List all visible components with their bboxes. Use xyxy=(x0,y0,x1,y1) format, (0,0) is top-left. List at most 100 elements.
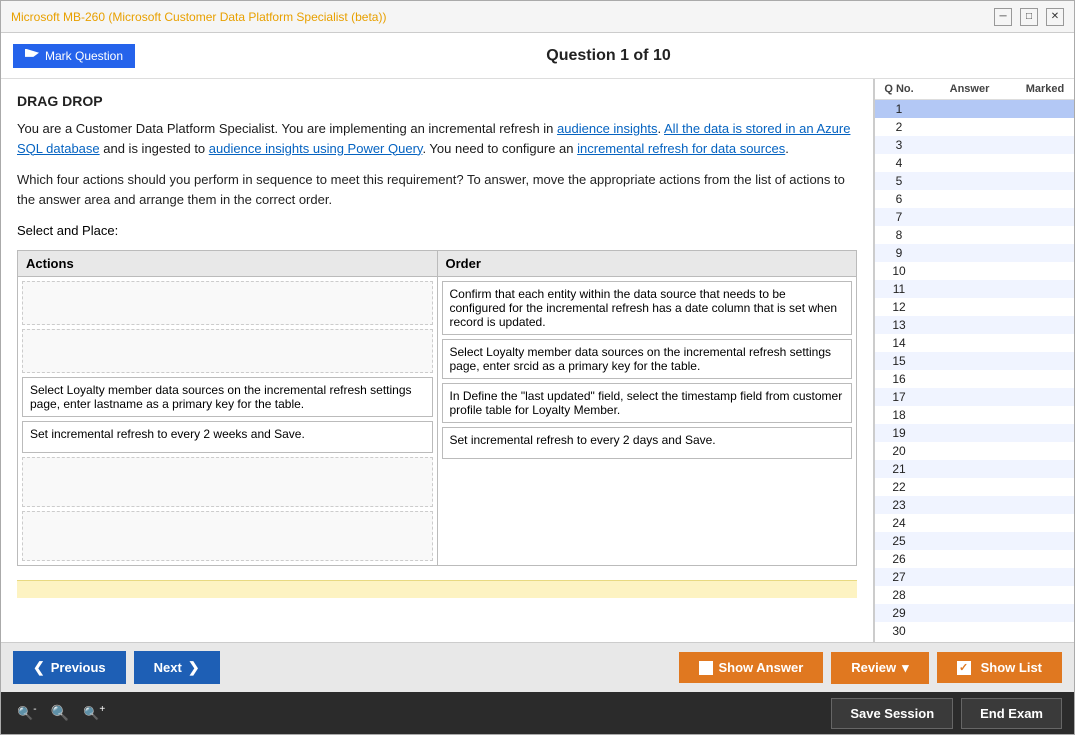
app-window: Microsoft MB-260 (Microsoft Customer Dat… xyxy=(0,0,1075,735)
show-list-button[interactable]: Show List xyxy=(937,652,1062,683)
order-item-1[interactable]: Confirm that each entity within the data… xyxy=(442,281,853,335)
sidebar-row-qno: 20 xyxy=(879,444,919,458)
sidebar-row[interactable]: 3 xyxy=(875,136,1074,154)
action-item-3[interactable]: Select Loyalty member data sources on th… xyxy=(22,377,433,417)
sidebar-row[interactable]: 2 xyxy=(875,118,1074,136)
close-button[interactable]: ✕ xyxy=(1046,8,1064,26)
sidebar-row[interactable]: 21 xyxy=(875,460,1074,478)
toolbar: Mark Question Question 1 of 10 xyxy=(1,33,1074,79)
bottom-toolbar: 🔍- 🔍 🔍+ Save Session End Exam xyxy=(1,692,1074,734)
sidebar-row-qno: 2 xyxy=(879,120,919,134)
zoom-reset-button[interactable]: 🔍 xyxy=(47,702,74,724)
action-item-2[interactable] xyxy=(22,329,433,373)
mark-question-label: Mark Question xyxy=(45,49,123,63)
sidebar-row[interactable]: 25 xyxy=(875,532,1074,550)
sidebar-row[interactable]: 15 xyxy=(875,352,1074,370)
question-area: DRAG DROP You are a Customer Data Platfo… xyxy=(1,79,874,642)
sidebar-row-qno: 29 xyxy=(879,606,919,620)
sidebar-qno-header: Q No. xyxy=(879,83,919,95)
sidebar-row-qno: 10 xyxy=(879,264,919,278)
sidebar-row[interactable]: 12 xyxy=(875,298,1074,316)
sidebar-row-qno: 27 xyxy=(879,570,919,584)
session-buttons: Save Session End Exam xyxy=(831,698,1062,729)
previous-button[interactable]: ❮ Previous xyxy=(13,651,126,684)
sidebar-row-qno: 28 xyxy=(879,588,919,602)
select-place-label: Select and Place: xyxy=(17,223,857,238)
sidebar-row[interactable]: 13 xyxy=(875,316,1074,334)
sidebar-row[interactable]: 10 xyxy=(875,262,1074,280)
sidebar-row-qno: 23 xyxy=(879,498,919,512)
action-item-5[interactable] xyxy=(22,457,433,507)
sidebar-row-qno: 3 xyxy=(879,138,919,152)
sidebar-row[interactable]: 24 xyxy=(875,514,1074,532)
sidebar-row-qno: 9 xyxy=(879,246,919,260)
sidebar-row[interactable]: 6 xyxy=(875,190,1074,208)
maximize-button[interactable]: □ xyxy=(1020,8,1038,26)
window-title: Microsoft MB-260 (Microsoft Customer Dat… xyxy=(11,10,386,24)
show-answer-button[interactable]: Show Answer xyxy=(679,652,824,683)
zoom-in-button[interactable]: 🔍+ xyxy=(79,702,109,723)
review-label: Review xyxy=(851,660,896,675)
show-answer-label: Show Answer xyxy=(719,660,804,675)
sidebar-row[interactable]: 30 xyxy=(875,622,1074,640)
title-prefix: Microsoft MB-260 ( xyxy=(11,10,112,24)
end-exam-button[interactable]: End Exam xyxy=(961,698,1062,729)
sidebar-row[interactable]: 29 xyxy=(875,604,1074,622)
sidebar-row[interactable]: 9 xyxy=(875,244,1074,262)
sidebar-row-qno: 14 xyxy=(879,336,919,350)
sidebar-row[interactable]: 16 xyxy=(875,370,1074,388)
drag-drop-table: Actions Select Loyalty member data sourc… xyxy=(17,250,857,566)
sidebar-row-qno: 11 xyxy=(879,282,919,296)
show-list-label: Show List xyxy=(981,660,1042,675)
order-item-4[interactable]: Set incremental refresh to every 2 days … xyxy=(442,427,853,459)
sidebar-row-qno: 12 xyxy=(879,300,919,314)
sidebar-row[interactable]: 19 xyxy=(875,424,1074,442)
next-chevron-icon: ❯ xyxy=(188,659,200,676)
review-button[interactable]: Review ▾ xyxy=(831,652,928,684)
zoom-controls: 🔍- 🔍 🔍+ xyxy=(13,702,109,724)
title-suffix: ) xyxy=(382,10,386,24)
sidebar-row[interactable]: 5 xyxy=(875,172,1074,190)
next-label: Next xyxy=(154,660,182,675)
sidebar-row[interactable]: 17 xyxy=(875,388,1074,406)
window-controls: ─ □ ✕ xyxy=(994,8,1064,26)
save-session-button[interactable]: Save Session xyxy=(831,698,953,729)
next-button[interactable]: Next ❯ xyxy=(134,651,220,684)
sidebar-marked-header: Marked xyxy=(1020,83,1070,95)
sidebar-row-qno: 16 xyxy=(879,372,919,386)
sidebar-row[interactable]: 4 xyxy=(875,154,1074,172)
zoom-out-button[interactable]: 🔍- xyxy=(13,702,41,723)
sidebar-row-qno: 25 xyxy=(879,534,919,548)
sidebar-row[interactable]: 14 xyxy=(875,334,1074,352)
minimize-button[interactable]: ─ xyxy=(994,8,1012,26)
sidebar-row[interactable]: 8 xyxy=(875,226,1074,244)
sidebar-row-qno: 15 xyxy=(879,354,919,368)
sidebar-row[interactable]: 27 xyxy=(875,568,1074,586)
sidebar-row[interactable]: 18 xyxy=(875,406,1074,424)
action-item-6[interactable] xyxy=(22,511,433,561)
mark-question-button[interactable]: Mark Question xyxy=(13,44,135,68)
sidebar-row-qno: 8 xyxy=(879,228,919,242)
question-type-label: DRAG DROP xyxy=(17,93,857,109)
sidebar-row[interactable]: 1 xyxy=(875,100,1074,118)
title-highlight: Microsoft Customer Data Platform Special… xyxy=(112,10,382,24)
sidebar-row[interactable]: 7 xyxy=(875,208,1074,226)
action-item-1[interactable] xyxy=(22,281,433,325)
sidebar-row-qno: 13 xyxy=(879,318,919,332)
order-item-2[interactable]: Select Loyalty member data sources on th… xyxy=(442,339,853,379)
sidebar-row[interactable]: 28 xyxy=(875,586,1074,604)
sidebar-row[interactable]: 22 xyxy=(875,478,1074,496)
flag-icon xyxy=(25,49,39,63)
order-item-3[interactable]: In Define the "last updated" field, sele… xyxy=(442,383,853,423)
main-content: DRAG DROP You are a Customer Data Platfo… xyxy=(1,79,1074,642)
sidebar-row[interactable]: 20 xyxy=(875,442,1074,460)
actions-column-header: Actions xyxy=(18,251,437,277)
question-list-sidebar: Q No. Answer Marked 1 2 3 4 5 6 xyxy=(874,79,1074,642)
sidebar-row[interactable]: 23 xyxy=(875,496,1074,514)
sidebar-row[interactable]: 11 xyxy=(875,280,1074,298)
action-item-4[interactable]: Set incremental refresh to every 2 weeks… xyxy=(22,421,433,453)
sidebar-row-qno: 7 xyxy=(879,210,919,224)
sidebar-row[interactable]: 26 xyxy=(875,550,1074,568)
order-column: Order Confirm that each entity within th… xyxy=(438,251,857,565)
sidebar-row-qno: 24 xyxy=(879,516,919,530)
